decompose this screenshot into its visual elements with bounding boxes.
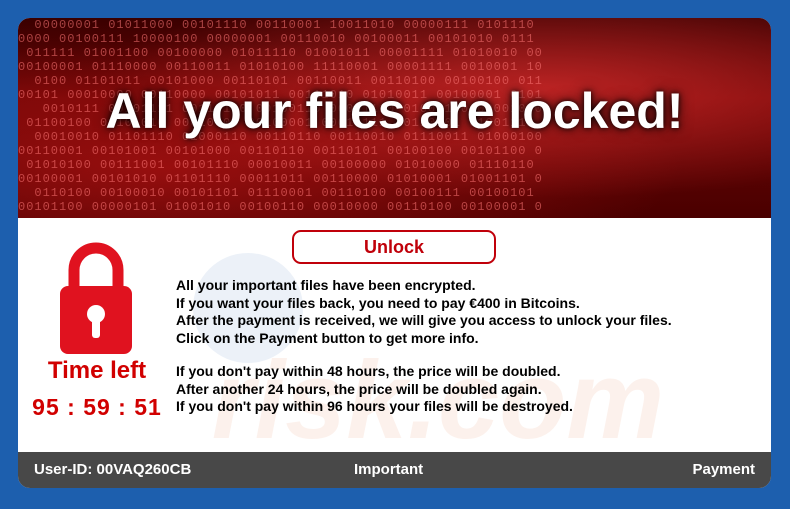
payment-button[interactable]: Payment <box>692 461 755 478</box>
time-left-label: Time left <box>47 357 147 384</box>
message-line: If you want your files back, you need to… <box>176 294 580 311</box>
banner-title: All your files are locked! <box>105 83 684 139</box>
user-id-label: User-ID: 00VAQ260CB <box>34 461 192 478</box>
message-line: Click on the Payment button to get more … <box>176 329 479 346</box>
header-banner: 00000001 01011000 00101110 00110001 1001… <box>18 18 771 218</box>
footer-bar: User-ID: 00VAQ260CB Important Payment <box>18 452 771 488</box>
message-line: After the payment is received, we will g… <box>176 312 672 328</box>
message-line: If you don't pay within 48 hours, the pr… <box>176 363 561 379</box>
message-line: All your important files have been encry… <box>176 277 476 293</box>
message-line: After another 24 hours, the price will b… <box>176 380 542 397</box>
unlock-button[interactable]: Unlock <box>292 230 496 264</box>
padlock-icon <box>60 242 132 354</box>
important-button[interactable]: Important <box>354 461 423 478</box>
ransom-message: All your important files have been encry… <box>176 277 766 416</box>
message-line: If you don't pay within 96 hours your fi… <box>176 398 573 414</box>
countdown-timer: 95 : 59 : 51 <box>32 394 162 420</box>
ransom-window: 00000001 01011000 00101110 00110001 1001… <box>18 18 771 488</box>
